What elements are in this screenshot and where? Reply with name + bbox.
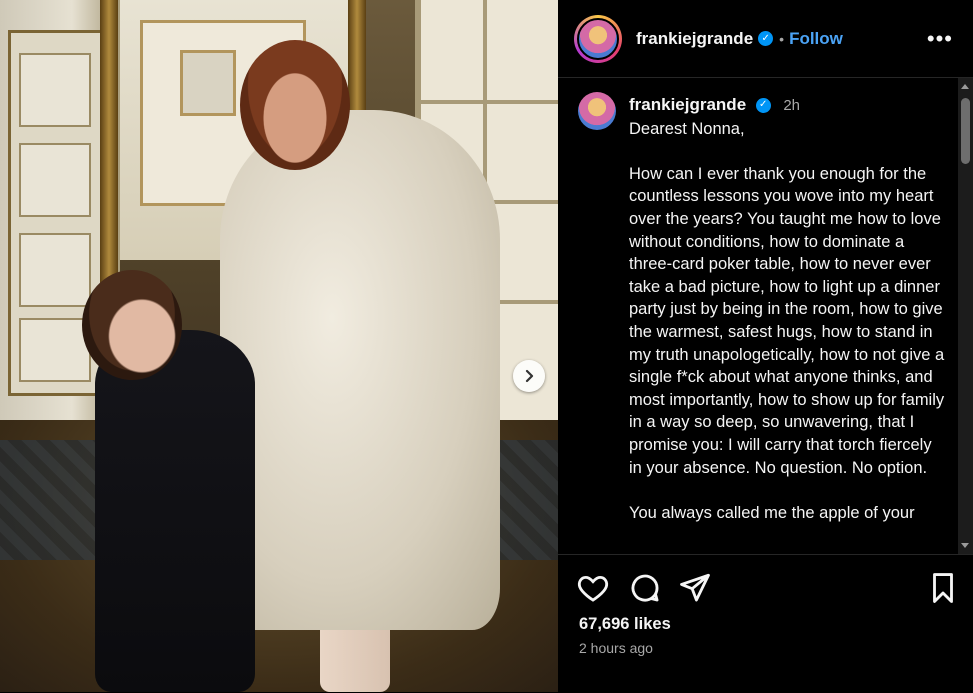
caption-paragraph: Dearest Nonna, [629,119,745,138]
author-username[interactable]: frankiejgrande [636,29,753,49]
caption-avatar[interactable] [578,92,616,130]
photo-figure-child-head [82,270,182,380]
scroll-down-arrow-icon[interactable] [961,543,969,548]
caption-scrollbar[interactable] [958,78,973,554]
scroll-up-arrow-icon[interactable] [961,84,969,89]
bookmark-icon[interactable] [926,571,960,605]
verified-badge-icon: ✓ [758,31,774,46]
send-icon[interactable] [678,571,712,605]
heart-icon[interactable] [576,571,610,605]
photo-figure-woman [220,110,500,630]
verified-badge-icon: ✓ [755,98,771,114]
separator-dot: • [779,30,785,47]
post-sidebar: frankiejgrande ✓ • Follow ••• frankiejgr… [558,0,973,692]
post-photo [0,0,558,692]
post-timestamp[interactable]: 2 hours ago [579,640,653,656]
caption-body: frankiejgrande ✓ 2h Dearest Nonna, How c… [629,94,949,547]
chevron-right-icon [525,369,534,383]
comment-icon[interactable] [628,571,662,605]
caption-time[interactable]: 2h [783,97,800,114]
more-options-icon[interactable]: ••• [927,26,953,52]
action-bar: 67,696 likes 2 hours ago [558,554,973,693]
caption-section: frankiejgrande ✓ 2h Dearest Nonna, How c… [558,78,958,554]
post-header: frankiejgrande ✓ • Follow ••• [558,0,973,78]
photo-figure-woman-head [240,40,350,170]
caption-paragraph: You always called me the apple of your [629,503,915,522]
like-count[interactable]: 67,696 likes [579,615,671,634]
author-avatar[interactable] [574,14,622,63]
scrollbar-thumb[interactable] [961,98,970,164]
next-photo-button[interactable] [513,360,545,392]
avatar-image [577,17,619,60]
follow-button[interactable]: Follow [789,29,843,49]
photo-figure-child [95,330,255,692]
caption-username[interactable]: frankiejgrande [629,95,746,114]
caption-paragraph: How can I ever thank you enough for the … [629,164,945,477]
